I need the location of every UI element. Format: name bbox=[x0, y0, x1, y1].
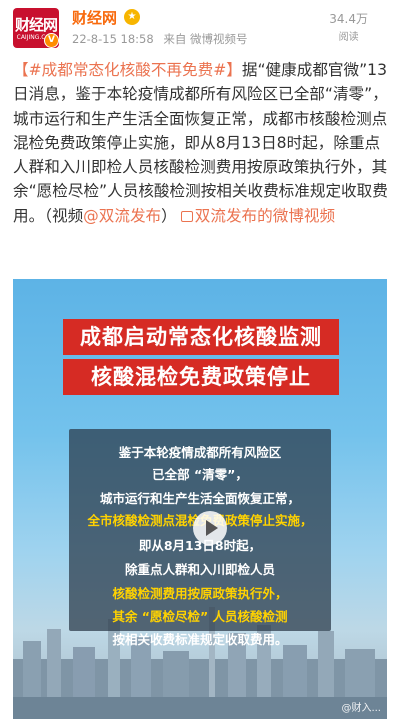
mention-link[interactable]: @双流发布 bbox=[83, 207, 161, 225]
video-caption-line: 按相关收费标准规定收取费用。 bbox=[112, 632, 288, 647]
close-paren: ） bbox=[161, 206, 177, 225]
video-caption-line: 已全部 “清零”， bbox=[152, 467, 248, 482]
username[interactable]: 财经网 bbox=[72, 7, 117, 28]
post-meta: 22-8-15 18:58 来自 微博视频号 bbox=[72, 31, 254, 47]
topic-link[interactable]: 【#成都常态化核酸不再免费#】 bbox=[13, 61, 242, 79]
play-icon[interactable] bbox=[193, 511, 227, 545]
avatar-logo-text: 财经网 bbox=[14, 16, 58, 34]
read-count-label: 阅读 bbox=[338, 32, 359, 43]
video-caption-line-highlight: 核酸检测费用按原政策执行外， bbox=[112, 586, 288, 601]
video-link-icon bbox=[180, 210, 193, 222]
video-caption-line: 除重点人群和入川即检人员 bbox=[124, 562, 275, 577]
video-title-line-2: 核酸混检免费政策停止 bbox=[63, 359, 339, 395]
post-body: 【#成都常态化核酸不再免费#】据“健康成都官微”13日消息，鉴于本轮疫情成都所有… bbox=[13, 58, 391, 228]
video-player[interactable]: 成都启动常态化核酸监测 核酸混检免费政策停止 鉴于本轮疫情成都所有风险区 已全部… bbox=[13, 279, 387, 719]
watermark: @财入... bbox=[341, 703, 381, 714]
video-caption-line-highlight: 其余 “愿检尽检” 人员核酸检测 bbox=[112, 609, 288, 624]
timestamp: 22-8-15 18:58 bbox=[72, 32, 154, 46]
post-source[interactable]: 来自 微博视频号 bbox=[163, 32, 247, 46]
read-count: 34.4万 阅读 bbox=[329, 10, 368, 43]
video-caption-line: 城市运行和生产生活全面恢复正常， bbox=[99, 491, 300, 506]
read-count-value: 34.4万 bbox=[329, 12, 368, 26]
video-link[interactable]: 双流发布的微博视频 bbox=[195, 207, 335, 225]
verified-icon: V bbox=[44, 33, 59, 48]
vip-badge-icon: ★ bbox=[124, 9, 140, 25]
video-caption-line: 鉴于本轮疫情成都所有风险区 bbox=[118, 445, 282, 460]
post-header: 财经网 CAIJING.COM V 财经网 ★ 22-8-15 18:58 来自… bbox=[0, 0, 400, 54]
video-title-line-1: 成都启动常态化核酸监测 bbox=[63, 319, 339, 355]
video-title: 成都启动常态化核酸监测 核酸混检免费政策停止 bbox=[63, 319, 339, 397]
post-body-text: 据“健康成都官微”13日消息，鉴于本轮疫情成都所有风险区已全部“清零”，城市运行… bbox=[13, 61, 388, 225]
